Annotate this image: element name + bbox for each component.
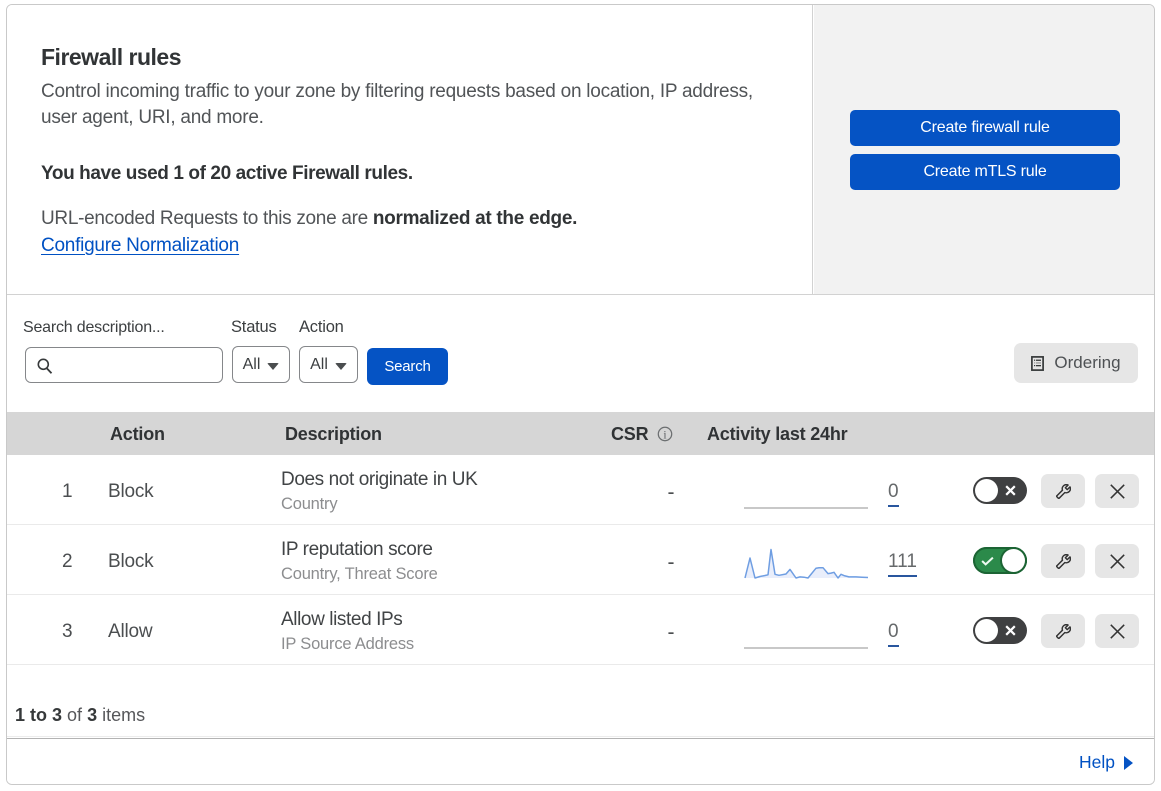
search-label: Search description... — [23, 319, 165, 336]
check-icon — [981, 556, 994, 566]
edit-rule-button[interactable] — [1041, 474, 1085, 508]
rule-description: IP reputation score — [281, 539, 433, 560]
items-range: 1 to 3 — [15, 705, 63, 725]
activity-sparkline — [744, 507, 868, 509]
status-label: Status — [231, 318, 277, 336]
delete-rule-button[interactable] — [1095, 474, 1139, 508]
toggle-knob — [975, 479, 998, 502]
search-icon — [37, 358, 53, 374]
rule-enabled-toggle[interactable] — [973, 477, 1027, 504]
configure-normalization-link[interactable]: Configure Normalization — [41, 233, 239, 259]
x-icon — [1005, 485, 1016, 496]
normalization-note: URL-encoded Requests to this zone are no… — [41, 206, 577, 232]
filter-bar: Search description... Status Action All … — [7, 295, 1154, 412]
delete-rule-button[interactable] — [1095, 614, 1139, 648]
wrench-icon — [1055, 553, 1071, 569]
rule-criteria: Country, Threat Score — [281, 565, 438, 583]
usage-summary: You have used 1 of 20 active Firewall ru… — [41, 163, 413, 184]
row-description: IP reputation score Country, Threat Scor… — [281, 537, 438, 585]
chevron-right-icon — [1124, 755, 1133, 770]
help-label: Help — [1079, 752, 1115, 772]
help-link[interactable]: Help — [1079, 750, 1133, 774]
table-footer: 1 to 3 of 3 items — [7, 665, 1154, 737]
description-line-2: user agent, URI, and more. — [41, 107, 264, 128]
activity-count-link[interactable]: 0 — [888, 481, 899, 507]
wrench-icon — [1055, 483, 1071, 499]
overview-text-panel: Firewall rules Control incoming traffic … — [7, 5, 813, 294]
row-description: Does not originate in UK Country — [281, 467, 478, 515]
create-actions-panel: Create firewall rule Create mTLS rule — [814, 5, 1154, 294]
table-row: 2 Block IP reputation score Country, Thr… — [7, 525, 1154, 595]
table-row: 1 Block Does not originate in UK Country… — [7, 455, 1154, 525]
items-count: 1 to 3 of 3 items — [15, 703, 145, 727]
search-button[interactable]: Search — [367, 348, 448, 385]
chevron-down-icon — [267, 362, 280, 370]
items-of: of — [67, 705, 83, 725]
rule-description: Does not originate in UK — [281, 469, 478, 490]
help-bar: Help — [7, 738, 1154, 784]
activity-count-link[interactable]: 111 — [888, 551, 917, 577]
normalization-text: URL-encoded Requests to this zone are — [41, 208, 373, 229]
activity-count-link[interactable]: 0 — [888, 621, 899, 647]
create-firewall-rule-button[interactable]: Create firewall rule — [850, 110, 1120, 146]
activity-sparkline — [744, 548, 868, 579]
delete-rule-button[interactable] — [1095, 544, 1139, 578]
x-icon — [1109, 483, 1125, 499]
wrench-icon — [1055, 623, 1071, 639]
x-icon — [1005, 625, 1016, 636]
table-header: Action Description CSR i Activity last 2… — [7, 412, 1154, 455]
action-select[interactable]: All — [299, 346, 358, 383]
rule-enabled-toggle[interactable] — [973, 547, 1027, 574]
row-action: Block — [108, 551, 154, 572]
ordered-list-icon — [1031, 355, 1045, 371]
items-label: items — [102, 705, 146, 725]
status-select-value: All — [242, 355, 261, 373]
toggle-knob — [1002, 549, 1025, 572]
x-icon — [1109, 623, 1125, 639]
column-header-description: Description — [285, 424, 382, 444]
page-description: Control incoming traffic to your zone by… — [41, 79, 753, 131]
rule-description: Allow listed IPs — [281, 609, 403, 630]
info-icon[interactable]: i — [657, 426, 673, 442]
action-select-value: All — [310, 355, 328, 373]
ordering-label: Ordering — [1054, 353, 1121, 372]
row-priority: 1 — [62, 481, 73, 502]
page-title: Firewall rules — [41, 44, 182, 70]
row-priority: 3 — [62, 621, 73, 642]
edit-rule-button[interactable] — [1041, 544, 1085, 578]
row-priority: 2 — [62, 551, 73, 572]
svg-text:i: i — [663, 429, 666, 441]
firewall-rules-card: Firewall rules Control incoming traffic … — [6, 4, 1155, 785]
column-header-csr: CSR — [611, 424, 649, 444]
toggle-knob — [975, 619, 998, 642]
row-csr-value: - — [667, 621, 675, 644]
rule-criteria: IP Source Address — [281, 635, 414, 653]
overview-section: Firewall rules Control incoming traffic … — [7, 5, 1154, 295]
ordering-button[interactable]: Ordering — [1014, 343, 1138, 383]
activity-sparkline — [744, 647, 868, 649]
normalization-bold-text: normalized at the edge. — [372, 208, 578, 229]
column-header-action: Action — [110, 424, 165, 444]
items-total: 3 — [87, 705, 98, 725]
action-label: Action — [299, 318, 344, 336]
rule-criteria: Country — [281, 495, 338, 513]
rule-enabled-toggle[interactable] — [973, 617, 1027, 644]
row-action: Block — [108, 481, 154, 502]
x-icon — [1109, 553, 1125, 569]
row-csr-value: - — [667, 551, 675, 574]
status-select[interactable]: All — [232, 346, 290, 383]
description-line-1: Control incoming traffic to your zone by… — [41, 81, 753, 102]
search-input[interactable] — [25, 347, 223, 383]
row-description: Allow listed IPs IP Source Address — [281, 607, 414, 655]
table-row: 3 Allow Allow listed IPs IP Source Addre… — [7, 595, 1154, 665]
edit-rule-button[interactable] — [1041, 614, 1085, 648]
row-csr-value: - — [667, 481, 675, 504]
column-header-activity: Activity last 24hr — [707, 424, 848, 444]
row-action: Allow — [108, 621, 153, 642]
chevron-down-icon — [334, 362, 347, 370]
create-mtls-rule-button[interactable]: Create mTLS rule — [850, 154, 1120, 190]
